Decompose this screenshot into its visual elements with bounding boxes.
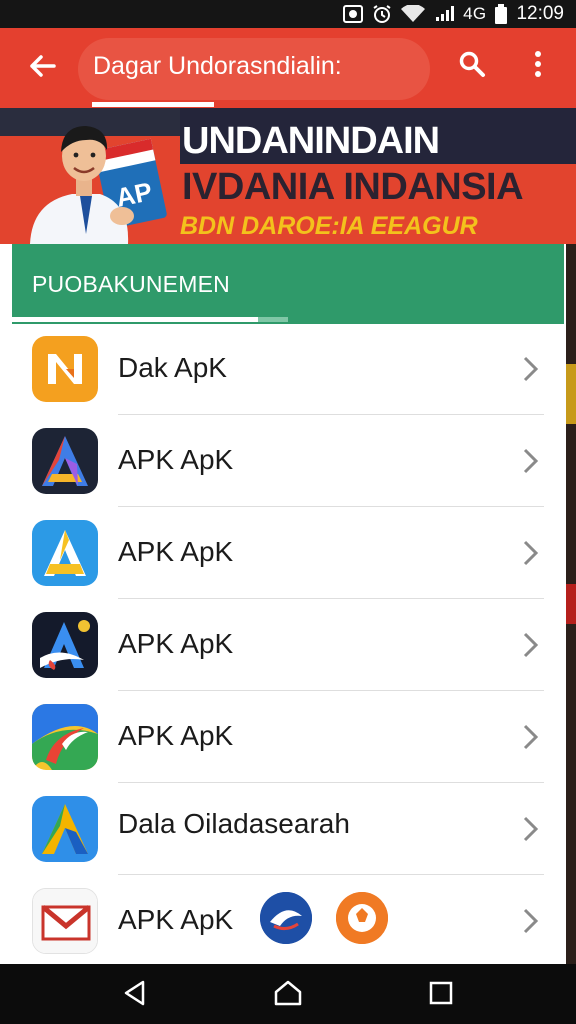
divider (118, 690, 544, 691)
nav-home-icon (273, 979, 303, 1012)
search-icon (458, 50, 486, 83)
promo-banner[interactable]: AP UNDANINDAIN IVDANIA INDANSIA BDN DARO… (0, 108, 576, 244)
list-item[interactable]: Dala Oiladasearah (12, 784, 566, 875)
chevron-right-icon (518, 814, 542, 844)
more-vertical-icon (534, 50, 542, 83)
chevron-right-icon (518, 354, 542, 384)
notification-image-icon (343, 5, 364, 23)
more-options-button[interactable] (522, 46, 554, 86)
clock-time: 12:09 (516, 3, 564, 24)
divider (118, 414, 544, 415)
list-item[interactable]: APK ApK (12, 508, 566, 599)
alarm-clock-icon (372, 4, 392, 24)
signal-icon (434, 5, 455, 23)
system-nav-bar (0, 964, 576, 1024)
section-title: PUOBAKUNEMEN (32, 271, 230, 297)
swirl-colorful-app-icon (32, 704, 98, 770)
chevron-right-icon (518, 446, 542, 476)
back-button[interactable] (20, 48, 64, 88)
chevron-right-icon (518, 538, 542, 568)
chevron-right-icon (518, 630, 542, 660)
nav-back-icon (121, 979, 149, 1012)
blue-yellow-a-app-icon (32, 520, 98, 586)
app-name: APK ApK (118, 444, 234, 475)
network-type-label: 4G (463, 4, 487, 23)
app-name: APK ApK (118, 904, 234, 935)
app-name: APK ApK (118, 628, 234, 659)
banner-subheadline: IVDANIA INDANSIA (182, 166, 524, 208)
banner-person-illustration: AP (10, 114, 180, 244)
search-button[interactable] (454, 48, 490, 84)
list-item[interactable]: APK ApK (12, 416, 566, 507)
banner-headline: UNDANINDAIN (182, 120, 440, 162)
banner-tagline: BDN DAROE:IA EEAGUR (180, 212, 478, 240)
battery-icon (495, 4, 508, 24)
orange-n-app-icon (32, 336, 98, 402)
app-name: APK ApK (118, 536, 234, 567)
dark-a-blue-app-icon (32, 612, 98, 678)
list-item[interactable]: Dak ApK (12, 324, 566, 415)
section-progress-track (258, 317, 288, 322)
divider (118, 782, 544, 783)
app-name: Dak ApK (118, 352, 227, 383)
divider (118, 506, 544, 507)
blue-green-a-app-icon (32, 796, 98, 862)
divider (118, 598, 544, 599)
orange-ball-icon (336, 892, 388, 944)
status-icons: 4G 12:09 (343, 3, 564, 25)
nav-back-button[interactable] (118, 978, 152, 1012)
app-name: APK ApK (118, 720, 234, 751)
dark-a-colorful-app-icon (32, 428, 98, 494)
blue-chat-bubble-icon (260, 892, 312, 944)
divider (118, 874, 544, 875)
nav-recents-button[interactable] (424, 978, 458, 1012)
app-name: Dala Oiladasearah (118, 808, 350, 839)
mail-envelope-app-icon (32, 888, 98, 954)
app-bar: Dagar Undorasndialin: (0, 28, 576, 108)
nav-home-button[interactable] (271, 978, 305, 1012)
status-bar: 4G 12:09 (0, 0, 576, 28)
section-header: PUOBAKUNEMEN (12, 244, 564, 324)
background-edge-decoration (566, 244, 576, 964)
wifi-icon (401, 5, 426, 23)
list-item[interactable]: APK ApK (12, 692, 566, 783)
section-progress-bar (12, 317, 258, 322)
chevron-right-icon (518, 906, 542, 936)
nav-recents-icon (428, 980, 454, 1011)
chevron-right-icon (518, 722, 542, 752)
list-item[interactable]: APK ApK (12, 600, 566, 691)
page-title: Dagar Undorasndialin: (93, 52, 342, 80)
title-underline (92, 102, 214, 107)
list-item[interactable]: APK ApK (12, 876, 566, 967)
app-list: Dak ApK APK ApK APK ApK APK ApK APK ApK (12, 324, 566, 964)
arrow-left-icon (28, 54, 56, 83)
